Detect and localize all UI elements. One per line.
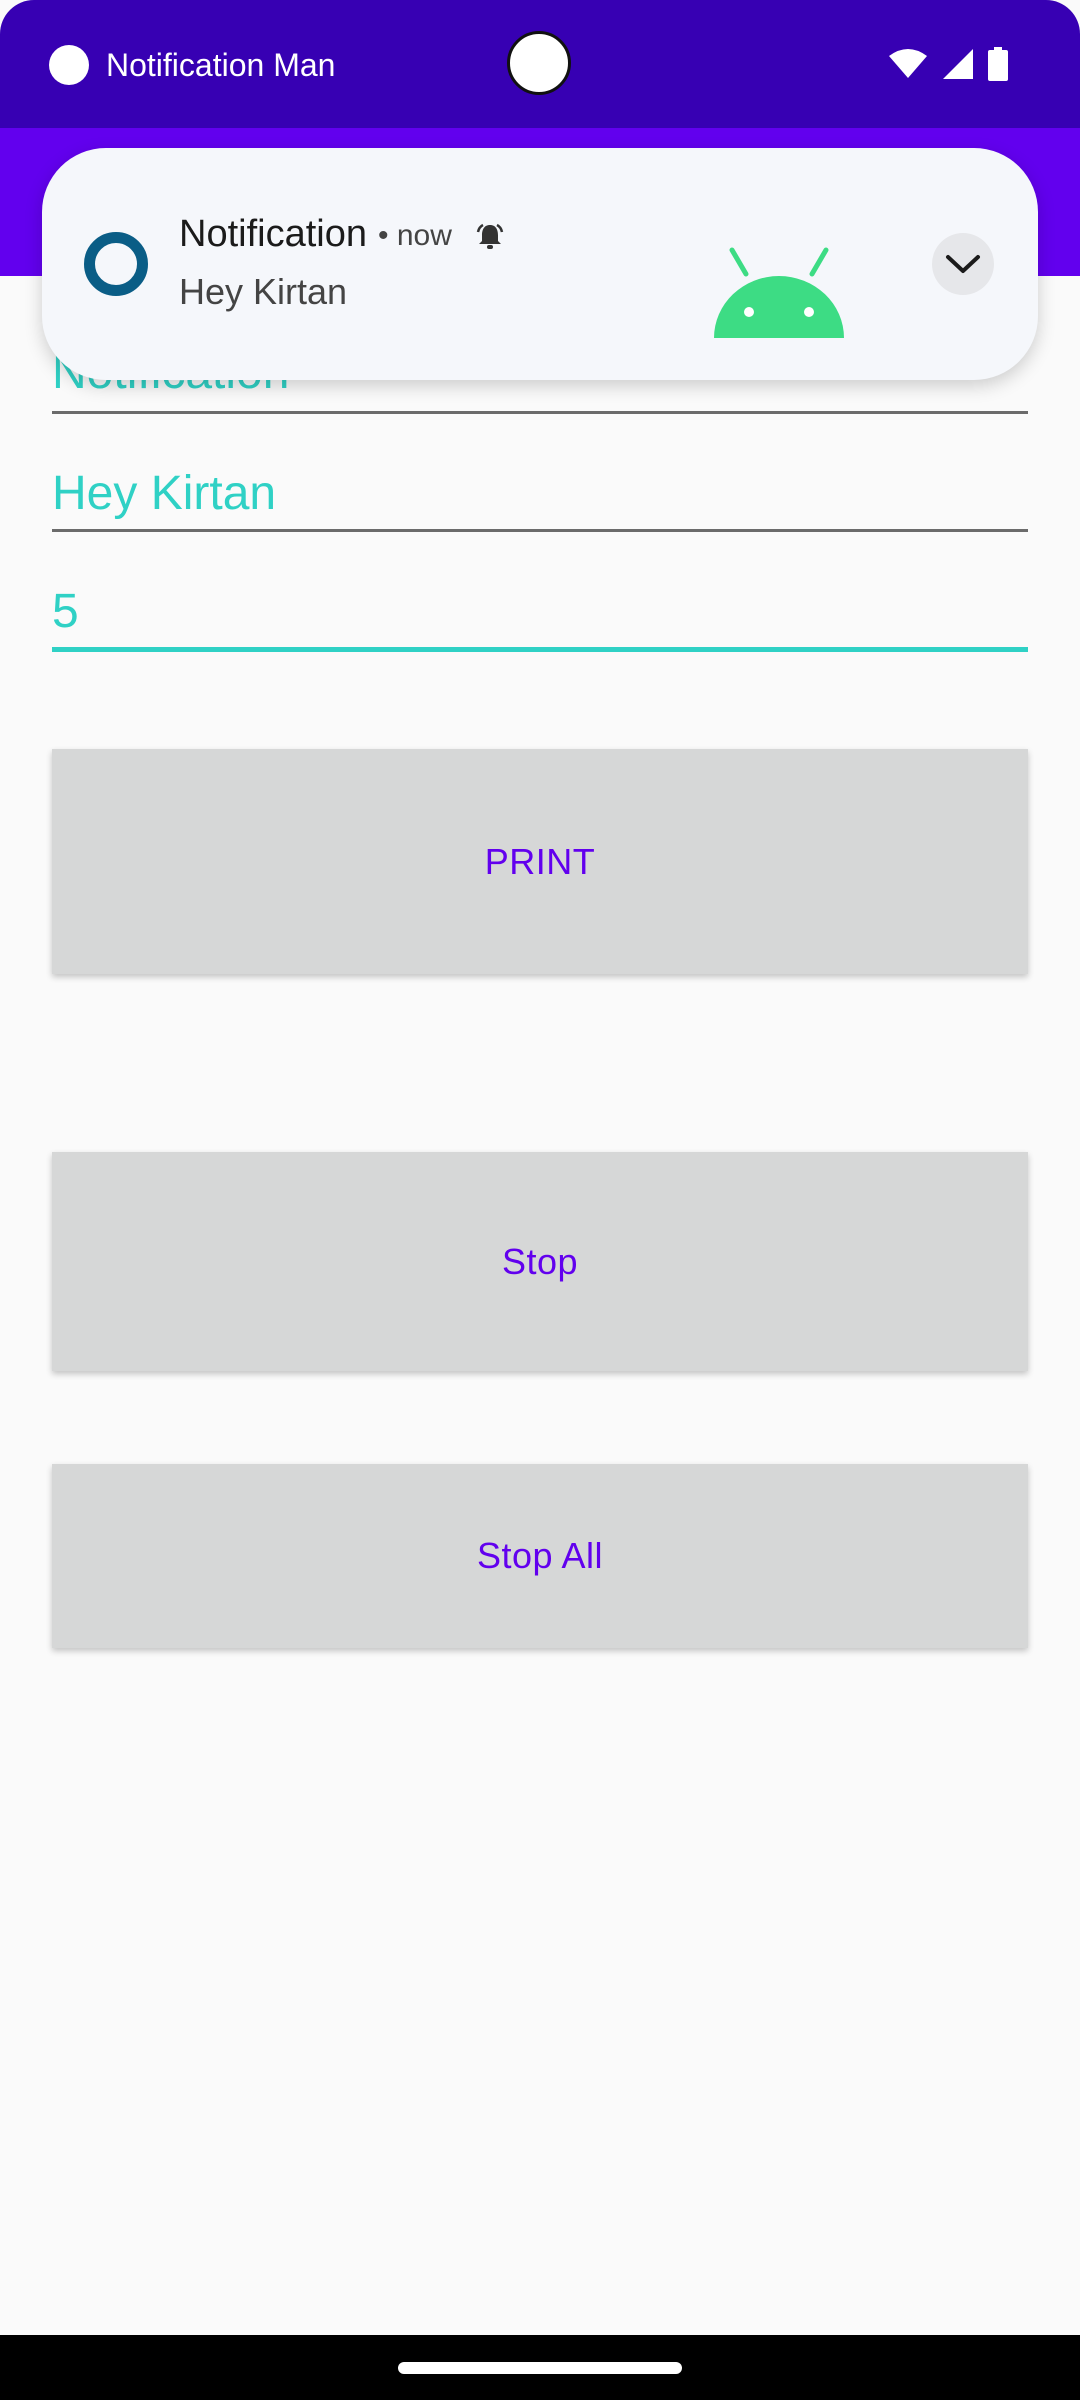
notification-message-underline [52,529,1028,532]
notification-text: Hey Kirtan [179,271,348,312]
heads-up-notification[interactable]: Notification • now Hey Kirtan [42,148,1038,380]
expand-notification-button[interactable] [932,233,994,295]
print-button[interactable]: PRINT [52,749,1028,974]
notification-count-underline [52,647,1028,652]
status-bar-app-title: Notification Man [106,47,336,83]
chevron-down-icon [946,255,980,273]
battery-icon [988,47,1008,81]
alert-bell-icon [476,223,504,249]
notification-title: Notification [179,213,367,255]
app-ring-icon [84,232,148,296]
home-gesture-handle[interactable] [398,2362,682,2374]
android-robot-icon [714,247,844,338]
stop-all-button[interactable]: Stop All [52,1464,1028,1648]
stop-button[interactable]: Stop [52,1152,1028,1371]
navigation-bar [0,2335,1080,2400]
notification-title-underline [52,411,1028,414]
status-icons [888,47,1008,81]
notification-dot-icon [49,45,89,85]
status-bar: Notification Man [0,0,1080,128]
camera-cutout [507,31,571,95]
notification-message-field[interactable]: Hey Kirtan [52,466,1028,522]
notification-count-field[interactable]: 5 [52,584,1028,640]
notification-time: • now [378,219,452,252]
wifi-icon [889,49,927,78]
cellular-signal-icon [943,49,973,79]
